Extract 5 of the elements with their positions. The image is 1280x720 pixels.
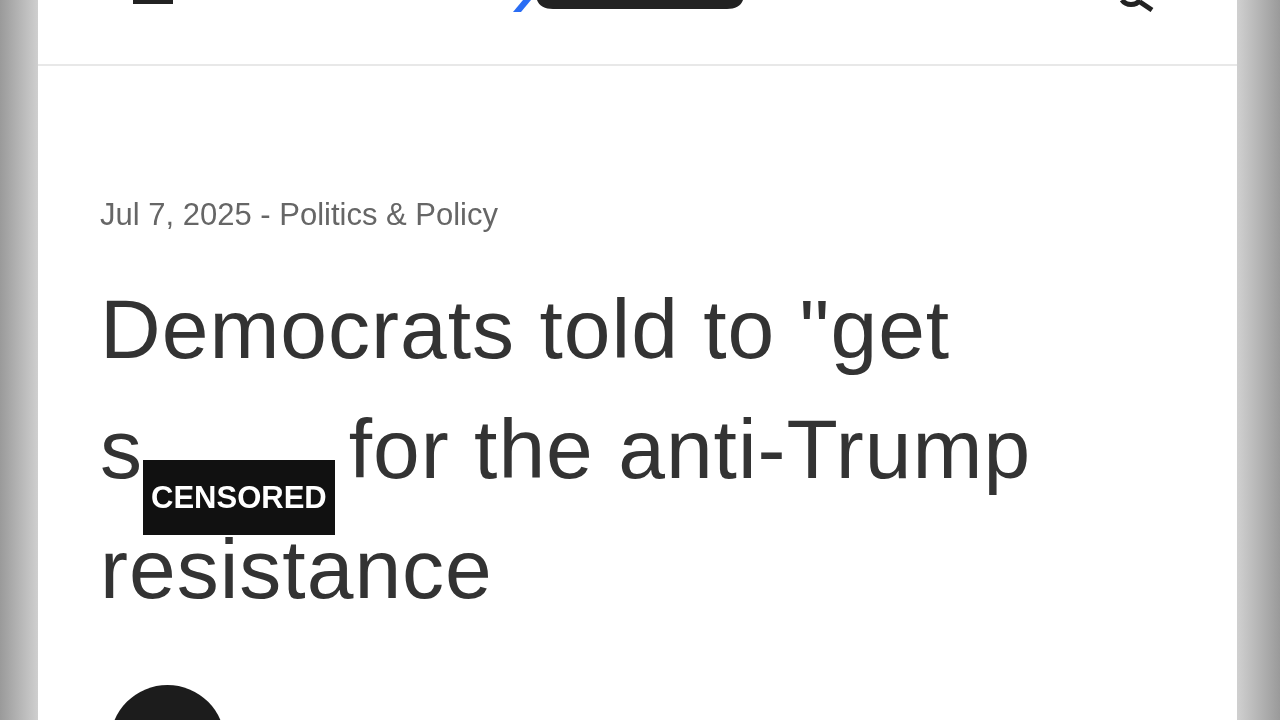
headline-text: Democrats told to "get [100,281,951,376]
censored-label: CENSORED [143,459,335,535]
headline-text: for the anti-Trump [348,401,1032,496]
headline-text: s [100,401,143,496]
article-meta: Jul 7, 2025 - Politics & Policy [99,196,499,234]
